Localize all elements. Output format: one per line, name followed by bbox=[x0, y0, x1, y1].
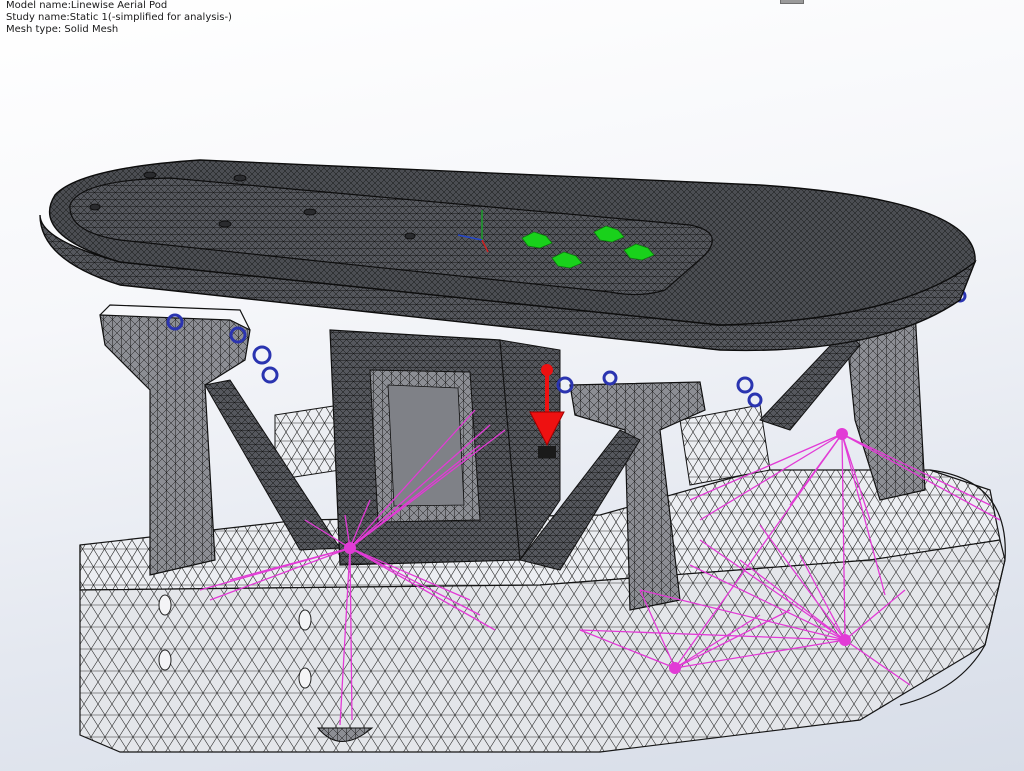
study-name-text: Study name:Static 1(-simplified for anal… bbox=[6, 12, 232, 23]
mesh-model-view[interactable] bbox=[0, 0, 1024, 771]
study-info-overlay: Model name:Linewise Aerial Pod Study nam… bbox=[6, 0, 232, 36]
model-name-text: Model name:Linewise Aerial Pod bbox=[6, 0, 168, 11]
mesh-type-text: Mesh type: Solid Mesh bbox=[6, 24, 119, 35]
graphics-viewport[interactable]: Model name:Linewise Aerial Pod Study nam… bbox=[0, 0, 1024, 771]
center-frame[interactable] bbox=[329, 329, 561, 566]
